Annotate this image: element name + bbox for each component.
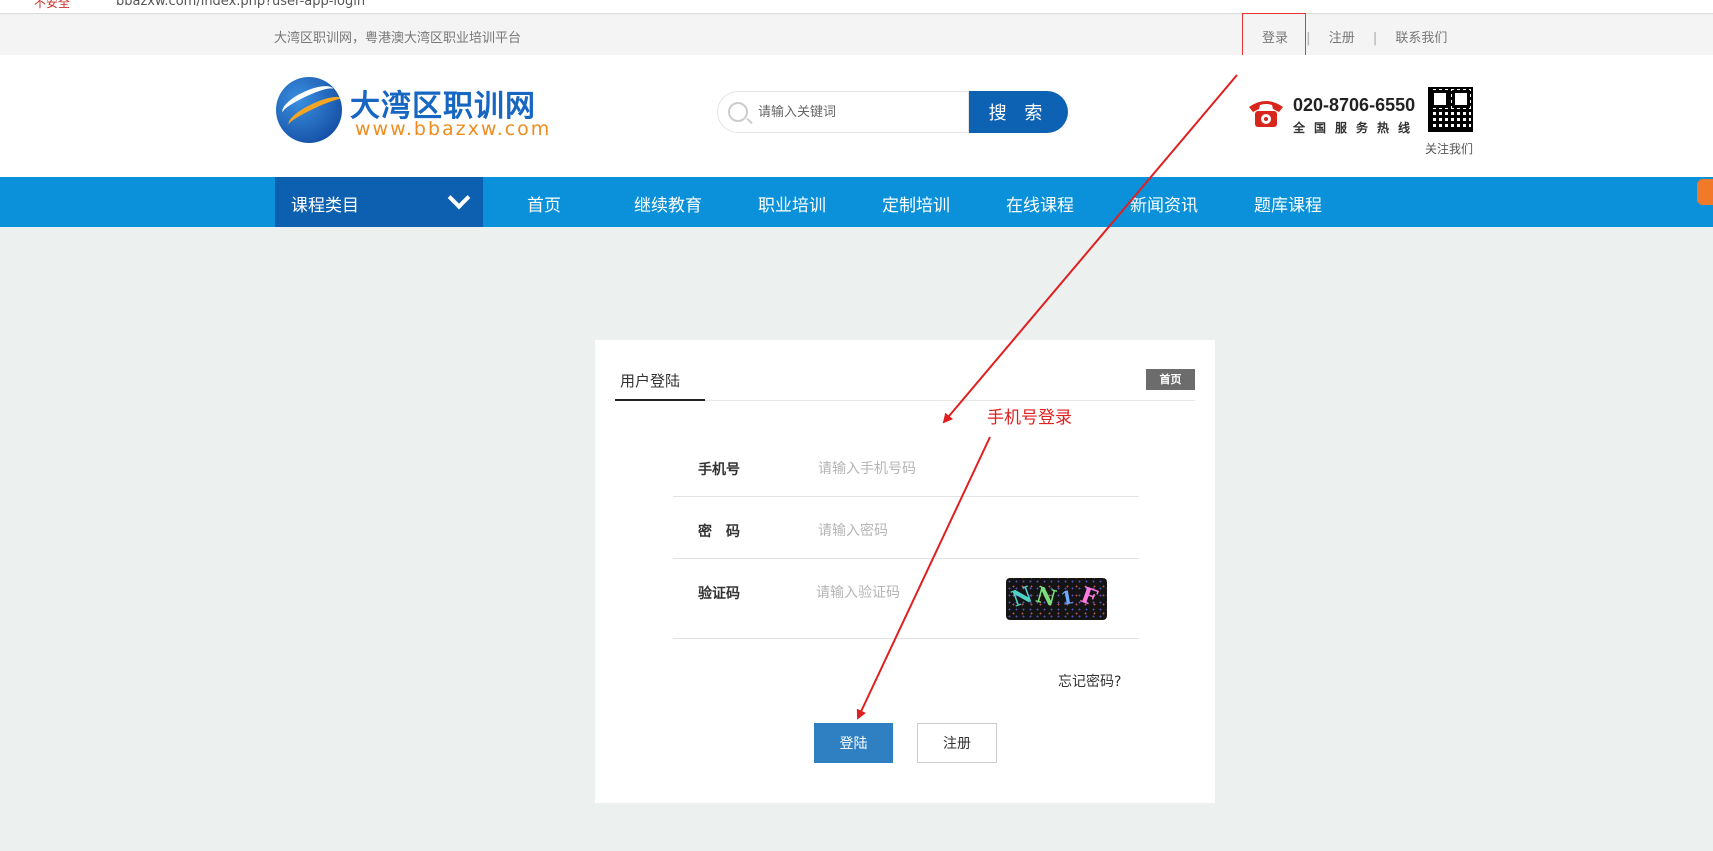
hotline-number: 020-8706-6550 bbox=[1293, 95, 1416, 115]
qr-code-icon bbox=[1428, 87, 1473, 132]
search-input[interactable] bbox=[758, 100, 958, 124]
site-header: 大湾区职训网 www.bbazxw.com 搜 索 020-8706-6550 … bbox=[0, 55, 1713, 177]
annotation-label: 手机号登录 bbox=[987, 408, 1072, 428]
nav-item-online-courses[interactable]: 在线课程 bbox=[1006, 191, 1074, 216]
password-input[interactable] bbox=[818, 519, 998, 543]
address-url[interactable]: bbazxw.com/index.php?user-app-login bbox=[116, 0, 365, 9]
link-separator: | bbox=[1306, 31, 1311, 46]
ime-icon[interactable] bbox=[1697, 179, 1713, 205]
nav-item-vocational-training[interactable]: 职业培训 bbox=[758, 191, 826, 216]
search-box bbox=[717, 91, 969, 133]
course-category-label: 课程类目 bbox=[291, 196, 359, 216]
insecure-warning: 不安全 bbox=[34, 0, 71, 10]
logo-icon[interactable] bbox=[276, 77, 342, 143]
login-button[interactable]: 登陆 bbox=[814, 723, 893, 763]
nav-item-question-bank[interactable]: 题库课程 bbox=[1254, 191, 1322, 216]
password-label: 密 码 bbox=[698, 524, 740, 540]
home-button[interactable]: 首页 bbox=[1146, 369, 1195, 390]
top-register-link[interactable]: 注册 bbox=[1329, 27, 1355, 46]
site-slogan: 大湾区职训网，粤港澳大湾区职业培训平台 bbox=[274, 31, 522, 46]
phone-label: 手机号 bbox=[698, 462, 740, 478]
search-button[interactable]: 搜 索 bbox=[969, 91, 1068, 133]
tab-active-indicator bbox=[615, 399, 705, 401]
tab-user-login[interactable]: 用户登陆 bbox=[620, 370, 680, 391]
search-icon bbox=[728, 102, 748, 122]
password-field: 密 码 bbox=[673, 497, 1139, 559]
hotline-label: 全国服务热线 bbox=[1293, 121, 1420, 135]
nav-item-news[interactable]: 新闻资讯 bbox=[1130, 191, 1198, 216]
register-button[interactable]: 注册 bbox=[917, 723, 997, 763]
logo-url: www.bbazxw.com bbox=[355, 118, 552, 140]
main-nav: 课程类目 首页 继续教育 职业培训 定制培训 在线课程 新闻资讯 题库课程 bbox=[0, 177, 1713, 227]
captcha-field: 验证码 N N 1 F bbox=[673, 559, 1139, 639]
captcha-image[interactable]: N N 1 F bbox=[1006, 578, 1107, 620]
nav-item-home[interactable]: 首页 bbox=[527, 191, 561, 216]
chevron-down-icon bbox=[447, 186, 471, 210]
login-card: 用户登陆 首页 手机号 密 码 验证码 N N 1 F 忘记密码? 登陆 注册 bbox=[595, 340, 1215, 803]
forgot-password-link[interactable]: 忘记密码? bbox=[1058, 671, 1121, 691]
course-category-menu[interactable]: 课程类目 bbox=[275, 177, 483, 227]
top-bar: 大湾区职训网，粤港澳大湾区职业培训平台 登录 | 注册 | 联系我们 bbox=[0, 15, 1713, 55]
qr-label: 关注我们 bbox=[1425, 142, 1474, 156]
link-separator: | bbox=[1372, 31, 1378, 46]
nav-item-continuing-education[interactable]: 继续教育 bbox=[634, 191, 702, 216]
captcha-input[interactable] bbox=[816, 581, 996, 605]
phone-field: 手机号 bbox=[673, 435, 1139, 497]
phone-input[interactable] bbox=[818, 457, 998, 481]
captcha-label: 验证码 bbox=[698, 586, 740, 602]
browser-address-bar[interactable]: 不安全 bbazxw.com/index.php?user-app-login bbox=[0, 0, 1713, 14]
phone-icon bbox=[1249, 101, 1283, 127]
top-contact-link[interactable]: 联系我们 bbox=[1395, 27, 1447, 46]
nav-item-custom-training[interactable]: 定制培训 bbox=[882, 191, 950, 216]
